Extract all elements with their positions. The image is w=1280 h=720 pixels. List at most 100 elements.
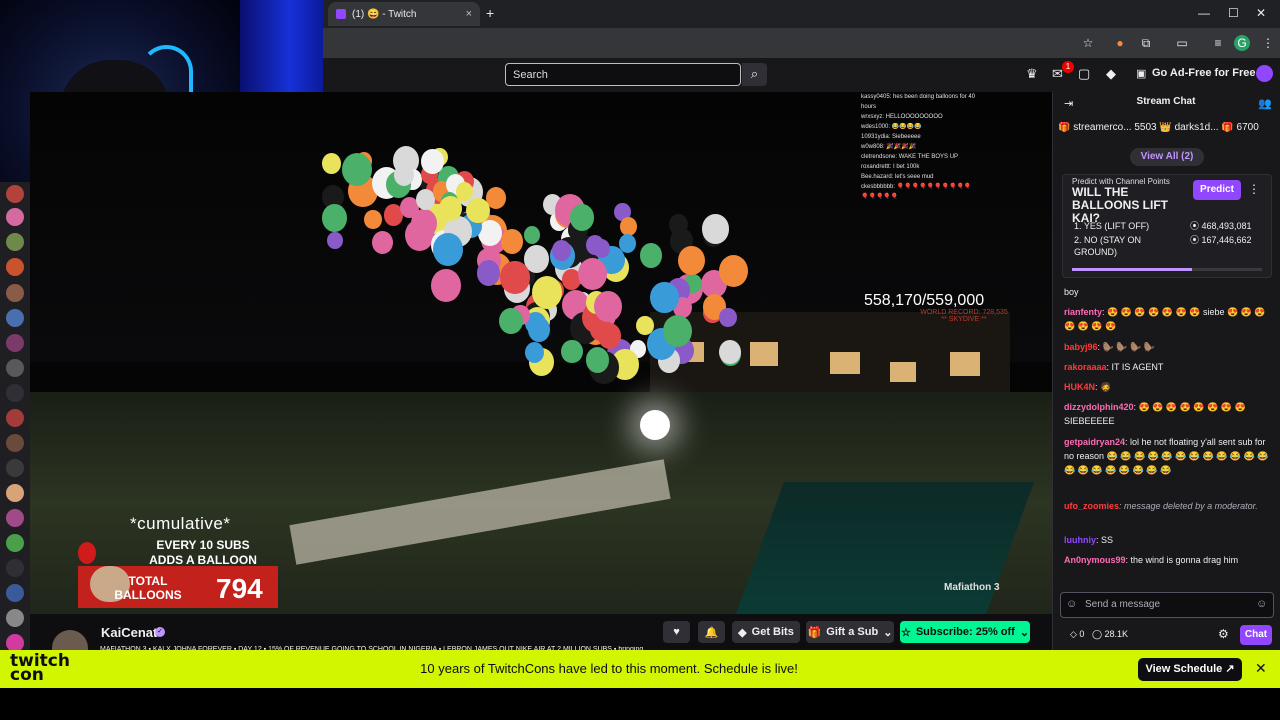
chat-username[interactable]: getpaidryan24	[1064, 437, 1125, 447]
close-tab-icon[interactable]: ×	[466, 8, 472, 20]
bits-icon[interactable]: ◆	[1106, 66, 1116, 82]
chat-username[interactable]: rakoraaaa	[1064, 362, 1107, 372]
balloon	[663, 314, 693, 347]
profile-icon[interactable]: G	[1234, 35, 1250, 51]
followed-channel-avatar[interactable]	[6, 185, 24, 203]
chat-username[interactable]: ufo_zoomies	[1064, 501, 1119, 511]
overlay-chat-line: w0w808: 🎉🎉🎉🎉	[861, 144, 917, 150]
gift-leaderboard[interactable]: 🎁 streamerco... 5503 👑 darks1d... 🎁 6700	[1058, 122, 1274, 133]
channel-name[interactable]: KaiCenat	[101, 625, 157, 640]
balloon	[341, 152, 372, 186]
emote-icon[interactable]: ☺	[1256, 598, 1267, 610]
gift-sub-button[interactable]: 🎁 Gift a Sub ⌄	[806, 621, 894, 643]
balloon	[650, 281, 680, 314]
followed-channel-avatar[interactable]	[6, 559, 24, 577]
balloon	[421, 149, 444, 175]
sub-counter: 558,170/559,000	[864, 292, 985, 309]
chat-message: HUK4N: 🧔	[1064, 380, 1270, 394]
followed-channel-avatar[interactable]	[6, 509, 24, 527]
browser-tab[interactable]: (1) 😄 - Twitch ×	[328, 2, 480, 26]
followed-channel-avatar[interactable]	[6, 434, 24, 452]
balloon	[619, 216, 637, 236]
followed-channel-avatar[interactable]	[6, 258, 24, 276]
followed-channel-avatar[interactable]	[6, 534, 24, 552]
followed-channel-avatar[interactable]	[6, 309, 24, 327]
queue-icon[interactable]: ≡	[1210, 35, 1226, 51]
followed-channel-avatar[interactable]	[6, 233, 24, 251]
view-all-button[interactable]: View All (2)	[1130, 148, 1204, 166]
extension-icon[interactable]: ●	[1112, 35, 1128, 51]
chat-text: boy	[1064, 287, 1079, 297]
minimize-button[interactable]: —	[1198, 6, 1210, 20]
video-player[interactable]: kassy0405: hes been doing balloons for 4…	[30, 92, 1052, 614]
followed-channel-avatar[interactable]	[6, 584, 24, 602]
chat-input[interactable]: Send a message	[1060, 592, 1274, 618]
chat-emote-picker-icon[interactable]: ☺	[1066, 598, 1077, 610]
whispers-icon[interactable]: ▢	[1078, 66, 1090, 82]
followed-channel-avatar[interactable]	[6, 208, 24, 226]
search-icon[interactable]: ⌕	[742, 63, 767, 86]
predict-button[interactable]: Predict	[1193, 180, 1241, 200]
verified-badge-icon: ✓	[155, 627, 165, 637]
prediction-option-label: 2. NO (STAY ON GROUND)	[1074, 235, 1142, 257]
viewer-count: 28.1K	[1104, 629, 1129, 639]
chat-username[interactable]: An0nymous99	[1064, 555, 1126, 565]
balloon	[639, 243, 663, 269]
overlay-chat-line: roxandrettt: I bet 100k	[861, 164, 920, 170]
search-input[interactable]: Search	[505, 63, 741, 86]
prediction-option-points: ⦿ 167,446,662	[1190, 235, 1252, 245]
community-icon[interactable]: 👥	[1258, 97, 1272, 110]
user-avatar[interactable]	[1256, 65, 1273, 82]
balloon	[404, 218, 434, 251]
chat-username[interactable]: luuhniy	[1064, 535, 1096, 545]
bookmark-star-icon[interactable]: ☆	[1080, 35, 1096, 51]
notification-badge: 1	[1062, 61, 1074, 73]
subscribe-button[interactable]: ☆ Subscribe: 25% off ⌄	[900, 621, 1030, 643]
ad-free-icon: ▣	[1136, 68, 1147, 80]
close-window-button[interactable]: ✕	[1256, 6, 1266, 20]
chat-settings-gear-icon[interactable]: ⚙	[1218, 627, 1229, 641]
followed-channel-avatar[interactable]	[6, 409, 24, 427]
follow-heart-button[interactable]: ♥	[663, 621, 690, 643]
overlay-chat-line: wrxsxyz: HELLOOOOOOOOO	[861, 114, 943, 120]
followed-channel-avatar[interactable]	[6, 284, 24, 302]
balloon	[438, 195, 462, 222]
chat-text: : IT IS AGENT	[1106, 362, 1164, 372]
browser-menu-icon[interactable]: ⋮	[1260, 35, 1276, 51]
go-ad-free-button[interactable]: Go Ad-Free for Free	[1152, 67, 1256, 79]
more-options-icon[interactable]: ⋮	[1248, 182, 1260, 196]
followed-channel-avatar[interactable]	[6, 484, 24, 502]
chat-username[interactable]: dizzydolphin420	[1064, 402, 1134, 412]
followed-channel-avatar[interactable]	[6, 459, 24, 477]
channel-points[interactable]: ◇ 0 ◯ 28.1K	[1070, 629, 1128, 640]
close-banner-icon[interactable]: ✕	[1255, 660, 1267, 677]
chat-username[interactable]: babyj96	[1064, 342, 1098, 352]
overlay-chat-line: hours	[861, 104, 877, 110]
balloon	[433, 233, 464, 266]
view-schedule-button[interactable]: View Schedule ↗	[1138, 658, 1242, 681]
get-bits-button[interactable]: ◆ Get Bits	[732, 621, 800, 643]
followed-channel-avatar[interactable]	[6, 609, 24, 627]
total-label-line2: BALLOONS	[114, 588, 182, 602]
heart-icon: ♥	[673, 626, 680, 638]
maximize-button[interactable]: ☐	[1228, 6, 1239, 20]
prediction-progress-fill	[1072, 268, 1192, 271]
chat-username[interactable]: rianfenty	[1064, 307, 1102, 317]
cast-icon[interactable]: ▭	[1174, 35, 1190, 51]
chat-username[interactable]: HUK4N	[1064, 382, 1095, 392]
followed-channel-avatar[interactable]	[6, 359, 24, 377]
star-icon: ☆	[900, 626, 911, 639]
balloon	[594, 291, 623, 323]
followed-channel-avatar[interactable]	[6, 384, 24, 402]
puzzle-extension-icon[interactable]: ⧉	[1138, 35, 1154, 51]
chat-text: : the wind is gonna drag him	[1125, 555, 1239, 565]
total-label-line1: TOTAL	[128, 574, 168, 588]
chat-send-button[interactable]: Chat	[1240, 625, 1272, 645]
total-balloons-count: 794	[216, 573, 263, 604]
crown-icon[interactable]: ♛	[1026, 66, 1038, 82]
overlay-chat-line: cletrendsone: WAKE THE BOYS UP	[861, 154, 959, 160]
balloon	[500, 261, 530, 294]
followed-channel-avatar[interactable]	[6, 334, 24, 352]
new-tab-button[interactable]: +	[486, 5, 494, 21]
notification-bell-button[interactable]: 🔔	[698, 621, 725, 643]
